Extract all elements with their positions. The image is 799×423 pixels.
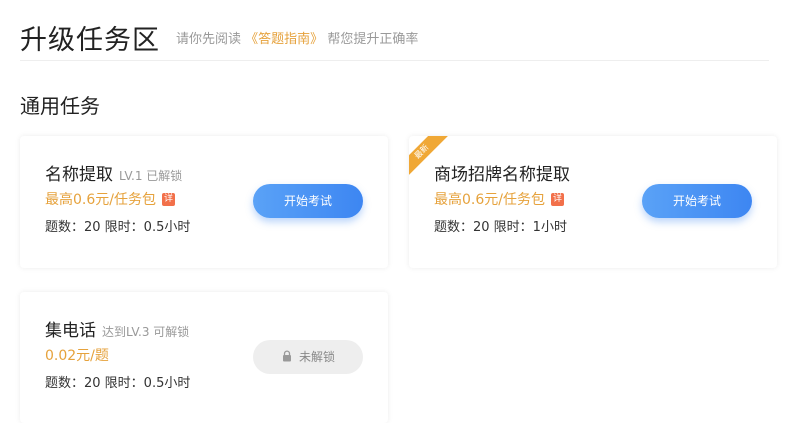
start-exam-button[interactable]: 开始考试 [253, 184, 363, 218]
task-name-text: 商场招牌名称提取 [434, 165, 570, 185]
guide-hint-suffix: 帮您提升正确率 [327, 31, 419, 47]
locked-button: 未解锁 [253, 340, 363, 374]
task-stats: 题数：20 限时：0.5小时 [45, 220, 191, 235]
task-stats: 题数：20 限时：1小时 [434, 220, 567, 235]
task-name: 集电话 达到LV.3 可解锁 [45, 316, 189, 341]
task-reward: 0.02元/题 [45, 345, 109, 365]
task-name-text: 集电话 [45, 321, 96, 341]
lock-icon [282, 350, 291, 362]
guide-hint-prefix: 请你先阅读 [176, 31, 242, 47]
page-header: 升级任务区 请你先阅读 《答题指南》 帮您提升正确率 [20, 14, 769, 61]
task-name: 商场招牌名称提取 [434, 160, 570, 185]
task-card-name-extraction: 名称提取 LV.1 已解锁 最高0.6元/任务包详 题数：20 限时：0.5小时 … [20, 136, 388, 268]
detail-icon[interactable]: 详 [550, 192, 564, 206]
answer-guide-link[interactable]: 《答题指南》 [245, 32, 323, 47]
task-name: 名称提取 LV.1 已解锁 [45, 160, 182, 185]
task-stats: 题数：20 限时：0.5小时 [45, 376, 191, 391]
section-title: 通用任务 [20, 94, 100, 118]
guide-hint: 请你先阅读 《答题指南》 帮您提升正确率 [176, 28, 418, 47]
detail-icon[interactable]: 详 [161, 192, 175, 206]
page-title: 升级任务区 [20, 24, 160, 56]
task-level: LV.1 已解锁 [119, 169, 183, 183]
task-unlock-requirement: 达到LV.3 可解锁 [102, 325, 190, 339]
task-reward: 最高0.6元/任务包详 [434, 189, 564, 209]
locked-button-label: 未解锁 [298, 350, 335, 364]
task-reward-text: 0.02元/题 [45, 348, 109, 364]
task-card-mall-sign-extraction: 最新 商场招牌名称提取 最高0.6元/任务包详 题数：20 限时：1小时 开始考… [409, 136, 777, 268]
start-exam-button[interactable]: 开始考试 [642, 184, 752, 218]
task-name-text: 名称提取 [45, 165, 113, 185]
task-reward-text: 最高0.6元/任务包 [45, 192, 156, 208]
task-reward: 最高0.6元/任务包详 [45, 189, 175, 209]
task-reward-text: 最高0.6元/任务包 [434, 192, 545, 208]
task-card-collect-phone: 集电话 达到LV.3 可解锁 0.02元/题 题数：20 限时：0.5小时 未解锁 [20, 292, 388, 423]
